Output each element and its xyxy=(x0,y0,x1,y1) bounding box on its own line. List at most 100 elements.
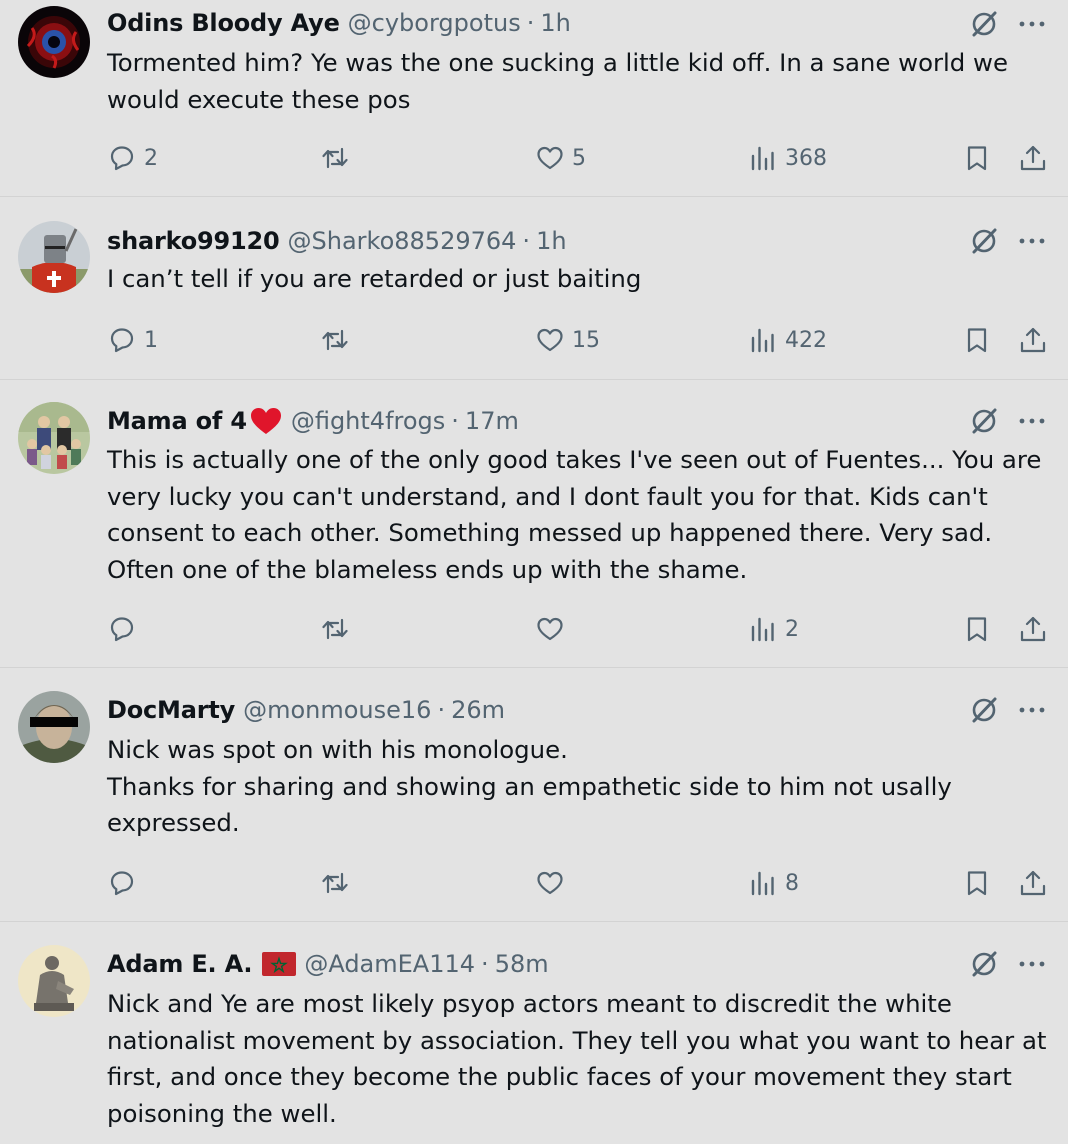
views-icon xyxy=(751,617,774,642)
more-options-icon[interactable] xyxy=(1016,693,1048,727)
post-text: Tormented him? Ye was the one sucking a … xyxy=(107,45,1052,118)
heart-icon xyxy=(537,146,563,170)
grok-icon[interactable] xyxy=(967,7,1001,41)
repost-button[interactable] xyxy=(320,865,357,901)
share-icon xyxy=(1020,327,1046,353)
display-name[interactable]: sharko99120 xyxy=(107,227,280,255)
more-options-icon[interactable] xyxy=(1016,224,1048,258)
more-options-icon[interactable] xyxy=(1016,947,1048,981)
post-text: Nick was spot on with his monologue. Tha… xyxy=(107,732,1052,842)
views-icon xyxy=(751,871,774,896)
handle[interactable]: @cyborgpotus xyxy=(348,9,521,37)
post[interactable]: Odins Bloody Aye @cyborgpotus · 1h Torme… xyxy=(0,0,1068,197)
post-text: This is actually one of the only good ta… xyxy=(107,442,1052,588)
timestamp[interactable]: 1h xyxy=(536,227,566,255)
handle[interactable]: @monmouse16 xyxy=(243,696,431,724)
reply-count: 1 xyxy=(144,327,158,353)
reply-button[interactable] xyxy=(107,611,144,647)
avatar[interactable] xyxy=(18,221,90,293)
post-text-line: Thanks for sharing and showing an empath… xyxy=(107,771,952,838)
avatar[interactable] xyxy=(18,691,90,763)
reply-icon xyxy=(110,146,134,171)
repost-button[interactable] xyxy=(320,611,357,647)
view-count: 2 xyxy=(785,616,799,642)
censored-face-avatar-icon xyxy=(18,691,90,763)
like-button[interactable] xyxy=(535,865,572,901)
timestamp[interactable]: 58m xyxy=(495,950,549,978)
post-text-line: This is actually one of the only good ta… xyxy=(107,445,1042,584)
post-header: Adam E. A. @AdamEA114 · 58m xyxy=(107,947,549,981)
timestamp[interactable]: 1h xyxy=(540,9,570,37)
share-button[interactable] xyxy=(1018,322,1048,358)
bookmark-icon xyxy=(967,617,987,642)
morocco-flag-icon xyxy=(262,952,297,976)
grok-icon[interactable] xyxy=(967,404,1001,438)
views-button[interactable]: 2 xyxy=(748,611,799,647)
bookmark-icon xyxy=(967,871,987,896)
handle[interactable]: @AdamEA114 xyxy=(304,950,475,978)
post-text-line: Nick was spot on with his monologue. xyxy=(107,735,568,764)
share-button[interactable] xyxy=(1018,611,1048,647)
reply-button[interactable] xyxy=(107,865,144,901)
timestamp[interactable]: 17m xyxy=(465,407,519,435)
post[interactable]: sharko99120 @Sharko88529764 · 1h I can’t… xyxy=(0,197,1068,380)
avatar[interactable] xyxy=(18,402,90,474)
views-button[interactable]: 422 xyxy=(748,322,827,358)
view-count: 422 xyxy=(785,327,827,353)
timestamp[interactable]: 26m xyxy=(451,696,505,724)
view-count: 368 xyxy=(785,145,827,171)
views-button[interactable]: 8 xyxy=(748,865,799,901)
view-count: 8 xyxy=(785,870,799,896)
reply-button[interactable]: 2 xyxy=(107,140,158,176)
post-text-line: Nick and Ye are most likely psyop actors… xyxy=(107,989,1047,1128)
separator: · xyxy=(526,9,535,37)
like-button[interactable] xyxy=(535,611,572,647)
post-text-line: Tormented him? Ye was the one sucking a … xyxy=(107,48,1008,114)
family-painting-avatar-icon xyxy=(18,402,90,474)
post[interactable]: Adam E. A. @AdamEA114 · 58m Nick and Ye … xyxy=(0,922,1068,1144)
share-button[interactable] xyxy=(1018,140,1048,176)
display-name[interactable]: DocMarty xyxy=(107,696,235,724)
post-actions: 1 15 422 xyxy=(0,322,1068,358)
post[interactable]: DocMarty @monmouse16 · 26m Nick was spot… xyxy=(0,668,1068,922)
repost-button[interactable] xyxy=(320,322,357,358)
heart-icon xyxy=(537,328,563,352)
post-header: DocMarty @monmouse16 · 26m xyxy=(107,693,505,727)
reply-button[interactable]: 1 xyxy=(107,322,158,358)
more-options-icon[interactable] xyxy=(1016,7,1048,41)
post[interactable]: Mama of 4 @fight4frogs · 17m This is act… xyxy=(0,380,1068,668)
more-options-icon[interactable] xyxy=(1016,404,1048,438)
bookmark-button[interactable] xyxy=(962,865,992,901)
bookmark-button[interactable] xyxy=(962,322,992,358)
post-text: I can’t tell if you are retarded or just… xyxy=(107,261,1052,298)
like-count: 5 xyxy=(572,145,586,171)
handle[interactable]: @fight4frogs xyxy=(291,407,445,435)
repost-button[interactable] xyxy=(320,140,357,176)
red-heart-emoji-icon xyxy=(249,406,283,436)
grok-icon[interactable] xyxy=(967,224,1001,258)
post-actions: 8 xyxy=(0,865,1068,901)
display-name[interactable]: Adam E. A. xyxy=(107,950,253,978)
grok-icon[interactable] xyxy=(967,693,1001,727)
grok-icon[interactable] xyxy=(967,947,1001,981)
share-icon xyxy=(1020,145,1046,171)
like-button[interactable]: 5 xyxy=(535,140,586,176)
views-icon xyxy=(751,328,774,353)
display-name[interactable]: Mama of 4 xyxy=(107,407,247,435)
like-button[interactable]: 15 xyxy=(535,322,600,358)
share-button[interactable] xyxy=(1018,865,1048,901)
post-actions: 2 xyxy=(0,611,1068,647)
handle[interactable]: @Sharko88529764 xyxy=(288,227,517,255)
post-text: Nick and Ye are most likely psyop actors… xyxy=(107,986,1052,1132)
avatar[interactable] xyxy=(18,6,90,78)
post-actions: 2 5 368 xyxy=(0,140,1068,176)
display-name[interactable]: Odins Bloody Aye xyxy=(107,9,340,37)
bookmark-button[interactable] xyxy=(962,611,992,647)
separator: · xyxy=(522,227,531,255)
repost-icon xyxy=(322,329,348,351)
bookmark-button[interactable] xyxy=(962,140,992,176)
repost-icon xyxy=(322,618,348,640)
share-icon xyxy=(1020,870,1046,896)
views-button[interactable]: 368 xyxy=(748,140,827,176)
avatar[interactable] xyxy=(18,945,90,1017)
